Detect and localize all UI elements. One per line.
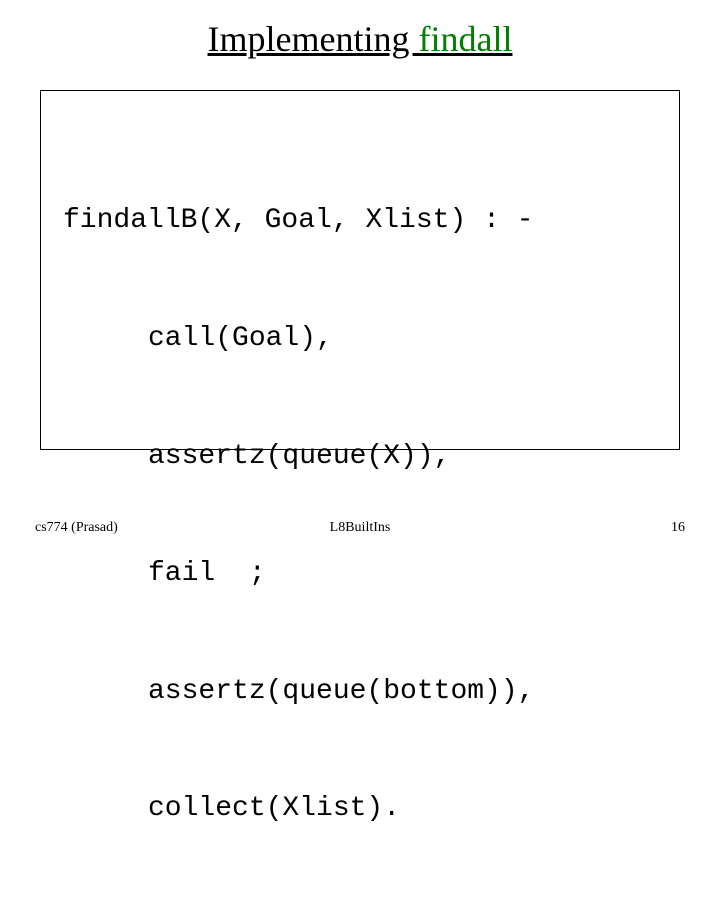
footer-lecture: L8BuiltIns: [330, 520, 391, 536]
code-block: findallB(X, Goal, Xlist) : - call(Goal),…: [63, 123, 657, 907]
code-line-1: findallB(X, Goal, Xlist) : -: [63, 201, 657, 240]
code-line-6: collect(Xlist).: [63, 789, 657, 828]
code-container: findallB(X, Goal, Xlist) : - call(Goal),…: [40, 90, 680, 450]
code-line-4: fail ;: [63, 554, 657, 593]
code-line-2: call(Goal),: [63, 319, 657, 358]
slide-number: 16: [671, 520, 685, 536]
footer-author: cs774 (Prasad): [35, 520, 118, 536]
code-line-3: assertz(queue(X)),: [63, 437, 657, 476]
title-part2: findall: [418, 19, 512, 59]
slide-title: Implementing findall: [0, 0, 720, 60]
code-line-5: assertz(queue(bottom)),: [63, 672, 657, 711]
title-part1: Implementing: [208, 19, 419, 59]
